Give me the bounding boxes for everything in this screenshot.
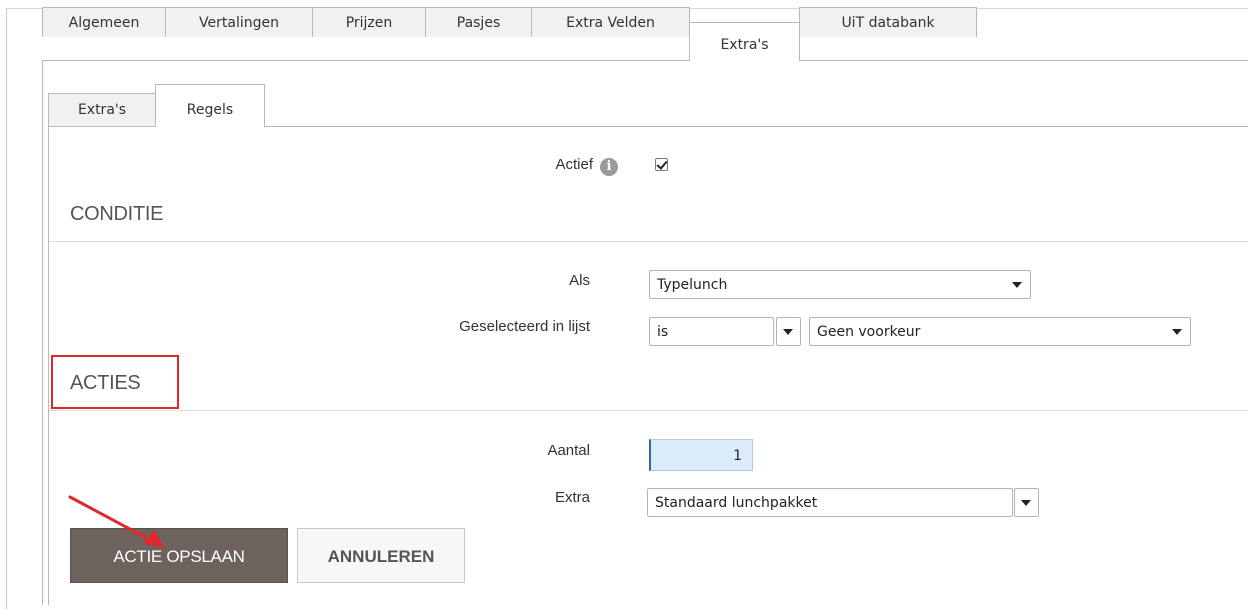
actief-checkbox[interactable] [655, 158, 668, 171]
tab-label: Algemeen [68, 15, 140, 31]
list-value-select[interactable]: Geen voorkeur [809, 317, 1191, 346]
sub-tab-extras[interactable]: Extra's [48, 93, 156, 126]
chevron-down-icon [1172, 329, 1182, 335]
conditie-divider [49, 241, 1248, 242]
acties-divider [49, 410, 1248, 411]
operator-dropdown-button[interactable] [776, 317, 801, 346]
tab-vertalingen[interactable]: Vertalingen [165, 7, 313, 37]
tab-label: Vertalingen [199, 15, 279, 31]
operator-select[interactable]: is [649, 317, 774, 346]
tab-label: Extra's [720, 37, 769, 53]
als-select-value: Typelunch [657, 277, 728, 293]
extra-dropdown-button[interactable] [1014, 488, 1039, 517]
chevron-down-icon [1012, 282, 1022, 288]
sub-tab-regels[interactable]: Regels [155, 84, 265, 127]
als-label: Als [569, 272, 590, 289]
conditie-section-title: CONDITIE [70, 203, 164, 225]
chevron-down-icon [1021, 500, 1031, 506]
info-icon[interactable]: i [600, 158, 618, 176]
tab-pasjes[interactable]: Pasjes [425, 7, 532, 37]
list-value-select-value: Geen voorkeur [817, 324, 921, 340]
tab-label: UiT databank [841, 15, 935, 31]
aantal-input[interactable]: 1 [649, 439, 753, 471]
tab-algemeen[interactable]: Algemeen [42, 7, 166, 37]
red-arrow-icon [68, 495, 165, 548]
extra-select[interactable]: Standaard lunchpakket [647, 488, 1013, 517]
annotation-highlight-box [51, 355, 179, 409]
actief-label: Actief [555, 156, 593, 173]
tab-label: Extra Velden [566, 15, 655, 31]
extra-label: Extra [554, 489, 590, 506]
tab-extra-velden[interactable]: Extra Velden [531, 7, 690, 37]
chevron-down-icon [783, 329, 793, 335]
operator-select-value: is [657, 324, 669, 340]
sub-tab-label: Extra's [77, 102, 127, 118]
aantal-label: Aantal [547, 442, 590, 459]
als-select[interactable]: Typelunch [649, 270, 1031, 299]
tab-label: Prijzen [345, 15, 393, 31]
tab-uit-databank[interactable]: UiT databank [799, 7, 977, 37]
annuleren-button[interactable]: ANNULEREN [297, 528, 465, 583]
extra-select-value: Standaard lunchpakket [655, 495, 818, 511]
tab-label: Pasjes [456, 15, 501, 31]
tab-extras[interactable]: Extra's [689, 22, 800, 61]
sub-tab-label: Regels [186, 102, 234, 118]
geselecteerd-label: Geselecteerd in lijst [459, 318, 590, 335]
tab-prijzen[interactable]: Prijzen [312, 7, 426, 37]
active-tab-gap [156, 126, 264, 128]
